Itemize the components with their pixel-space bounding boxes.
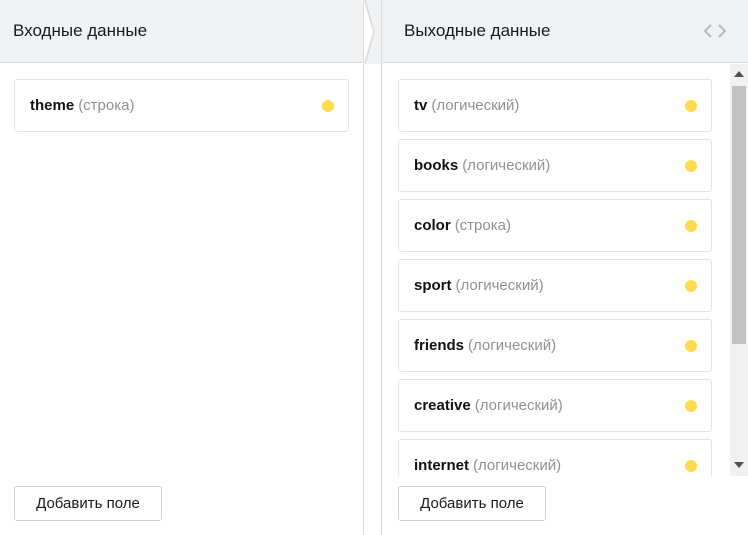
add-input-field-button[interactable]: Добавить поле — [14, 486, 162, 521]
output-panel-header: Выходные данные — [382, 0, 748, 63]
scrollbar-thumb[interactable] — [732, 86, 746, 344]
input-panel-title: Входные данные — [13, 21, 148, 40]
input-panel: Входные данные theme (строка) Добавить по… — [0, 0, 364, 535]
output-panel-title: Выходные данные — [404, 21, 551, 40]
input-field-card[interactable]: theme (строка) — [14, 79, 349, 132]
output-field-card[interactable]: tv (логический) — [398, 79, 712, 132]
field-type: (логический) — [431, 97, 520, 114]
code-brackets-icon[interactable] — [702, 22, 728, 40]
status-dot-icon — [685, 400, 697, 412]
output-panel: Выходные данные tv (логический) books (лог… — [381, 0, 748, 535]
output-field-card[interactable]: books (логический) — [398, 139, 712, 192]
field-name: sport — [414, 277, 452, 294]
field-type: (логический) — [462, 157, 551, 174]
status-dot-icon — [685, 340, 697, 352]
output-field-card[interactable]: color (строка) — [398, 199, 712, 252]
status-dot-icon — [685, 460, 697, 472]
output-field-card[interactable]: sport (логический) — [398, 259, 712, 312]
output-field-card[interactable]: friends (логический) — [398, 319, 712, 372]
output-fields-list[interactable]: tv (логический) books (логический) color (с… — [382, 64, 748, 476]
vertical-scrollbar[interactable] — [730, 64, 748, 476]
field-name: theme — [30, 97, 75, 114]
field-name: books — [414, 157, 459, 174]
field-name: friends — [414, 337, 465, 354]
field-type: (строка) — [454, 217, 511, 234]
status-dot-icon — [685, 280, 697, 292]
status-dot-icon — [685, 100, 697, 112]
output-field-card[interactable]: internet (логический) — [398, 439, 712, 476]
status-dot-icon — [685, 220, 697, 232]
scroll-down-arrow-icon[interactable] — [734, 462, 744, 468]
field-name: internet — [414, 457, 470, 474]
add-output-field-button[interactable]: Добавить поле — [398, 486, 546, 521]
field-name: creative — [414, 397, 471, 414]
output-field-card[interactable]: creative (логический) — [398, 379, 712, 432]
field-name: color — [414, 217, 451, 234]
field-type: (логический) — [468, 337, 557, 354]
field-type: (логический) — [455, 277, 544, 294]
field-type: (строка) — [78, 97, 135, 114]
chevron-separator-icon — [363, 0, 383, 64]
field-name: tv — [414, 97, 428, 114]
status-dot-icon — [685, 160, 697, 172]
scroll-up-arrow-icon[interactable] — [734, 71, 744, 77]
input-panel-header: Входные данные — [0, 0, 363, 63]
field-type: (логический) — [473, 457, 562, 474]
field-type: (логический) — [474, 397, 563, 414]
status-dot-icon — [322, 100, 334, 112]
